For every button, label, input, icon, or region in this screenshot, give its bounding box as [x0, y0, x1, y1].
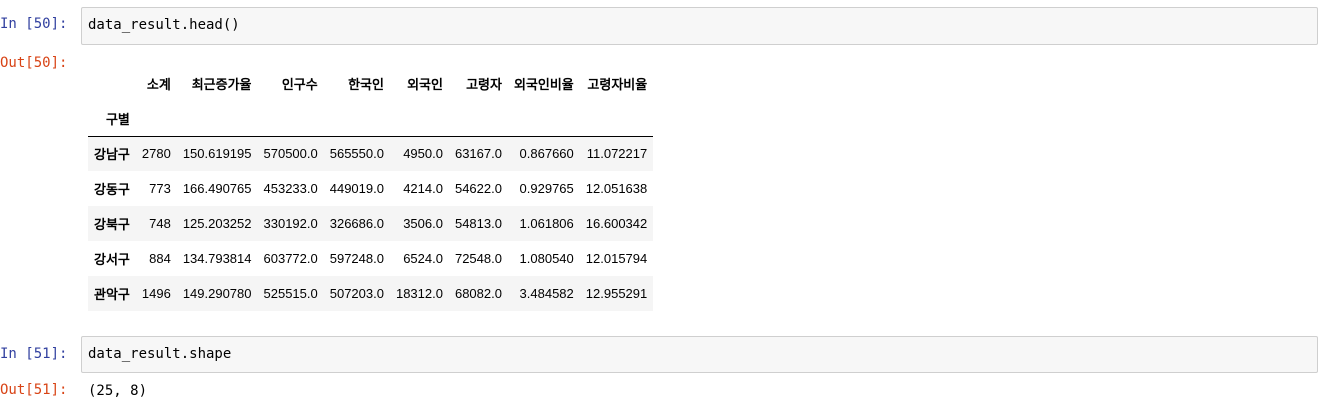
index-name-row: 구별 — [88, 101, 654, 137]
table-cell: 0.867660 — [519, 146, 574, 162]
table-cell: 68082.0 — [454, 286, 502, 301]
table-row: 강북구 748 125.203252 330192.0 326686.0 350… — [88, 206, 654, 241]
table-cell: 1.061806 — [519, 216, 574, 231]
index-name: 구별 — [88, 101, 136, 137]
input-prompt-50: In [50]: — [0, 16, 68, 32]
table-cell: 16.600342 — [585, 216, 648, 231]
row-index: 강북구 — [94, 217, 130, 232]
column-header: 인구수 — [281, 77, 318, 92]
table-row: 강동구 773 166.490765 453233.0 449019.0 421… — [88, 171, 653, 206]
column-header: 소계 — [146, 77, 171, 92]
table-cell: 54813.0 — [454, 216, 502, 231]
table-cell: 0.929765 — [519, 181, 574, 196]
table-cell: 597248.0 — [329, 251, 384, 266]
table-cell: 12.955291 — [585, 286, 648, 301]
table-cell: 1496 — [141, 286, 171, 301]
table-cell: 63167.0 — [454, 146, 502, 162]
table-cell: 4950.0 — [403, 146, 443, 162]
table-cell: 12.015794 — [585, 251, 648, 266]
output-text-51: (25, 8) — [88, 383, 148, 399]
table-cell: 149.290780 — [182, 286, 252, 301]
table-cell: 54622.0 — [454, 181, 502, 196]
table-cell: 3.484582 — [519, 286, 574, 301]
dataframe-table: 소계 최근증가율 인구수 한국인 외국인 고령자 외국인비율 고령자비율 구별 … — [88, 66, 654, 311]
table-cell: 603772.0 — [263, 251, 318, 266]
table-cell: 1.080540 — [519, 251, 574, 266]
column-header: 외국인 — [407, 77, 443, 92]
table-row: 관악구 1496 149.290780 525515.0 507203.0 18… — [88, 276, 654, 311]
output-prompt-50: Out[50]: — [0, 55, 68, 71]
input-prompt-51: In [51]: — [0, 346, 68, 362]
table-cell: 449019.0 — [329, 181, 384, 196]
column-header: 외국인비율 — [513, 77, 574, 92]
table-cell: 125.203252 — [182, 216, 252, 231]
table-cell: 748 — [149, 216, 171, 231]
table-cell: 18312.0 — [395, 286, 443, 301]
table-cell: 453233.0 — [263, 181, 318, 196]
table-row: 강서구 884 134.793814 603772.0 597248.0 652… — [88, 241, 653, 276]
table-cell: 884 — [149, 251, 171, 266]
table-cell: 326686.0 — [329, 216, 384, 231]
table-cell: 507203.0 — [329, 286, 384, 301]
table-cell: 330192.0 — [263, 216, 318, 231]
table-cell: 72548.0 — [454, 251, 502, 266]
column-header: 고령자비율 — [587, 77, 648, 92]
table-cell: 166.490765 — [182, 181, 252, 196]
table-cell: 150.619195 — [182, 146, 252, 162]
table-row: 강남구 2780 150.619195 570500.0 565550.0 49… — [88, 136, 654, 171]
row-index: 강남구 — [94, 147, 130, 163]
table-cell: 6524.0 — [403, 251, 443, 266]
row-index: 강동구 — [94, 182, 130, 197]
table-cell: 2780 — [141, 146, 171, 162]
column-header-row: 소계 최근증가율 인구수 한국인 외국인 고령자 외국인비율 고령자비율 — [88, 66, 653, 101]
table-cell: 773 — [149, 181, 171, 196]
code-input-50[interactable]: data_result.head() — [81, 7, 1318, 45]
table-cell: 4214.0 — [403, 181, 443, 196]
code-input-51[interactable]: data_result.shape — [81, 336, 1318, 373]
table-cell: 12.051638 — [585, 181, 648, 196]
row-index: 관악구 — [94, 287, 130, 302]
table-cell: 570500.0 — [263, 146, 318, 162]
table-cell: 525515.0 — [263, 286, 318, 301]
table-cell: 565550.0 — [329, 146, 384, 162]
column-header: 고령자 — [466, 77, 502, 92]
table-cell: 11.072217 — [586, 146, 648, 162]
row-index: 강서구 — [94, 252, 130, 267]
table-cell: 3506.0 — [403, 216, 443, 231]
column-header: 최근증가율 — [191, 77, 252, 92]
table-cell: 134.793814 — [182, 251, 252, 266]
corner-cell — [88, 66, 136, 101]
column-header: 한국인 — [348, 77, 384, 92]
output-prompt-51: Out[51]: — [0, 382, 68, 398]
